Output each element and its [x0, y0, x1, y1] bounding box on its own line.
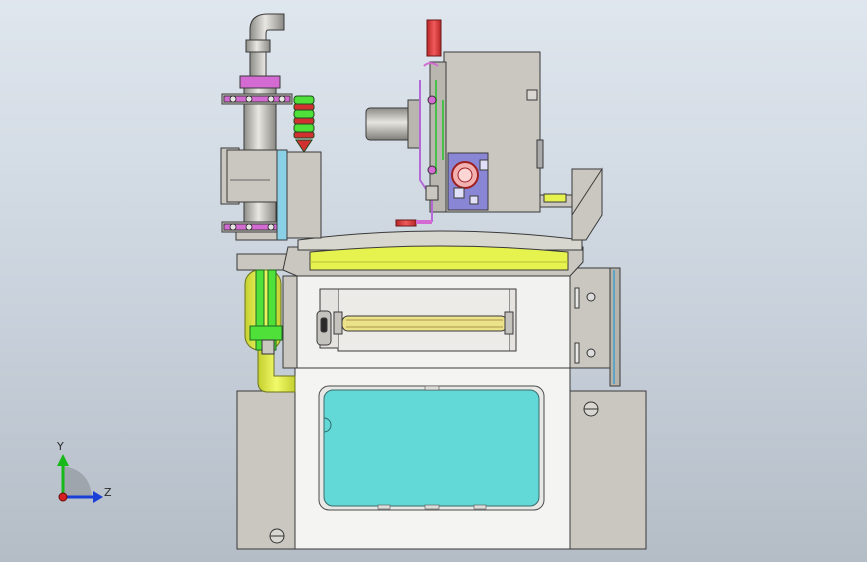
cad-viewport[interactable]: Y Z	[0, 0, 867, 562]
flange-top	[239, 75, 281, 89]
housing-left-frame	[282, 275, 298, 369]
axis-z-label: Z	[104, 486, 112, 499]
triad-plane	[63, 466, 92, 497]
lid-flange	[236, 253, 288, 271]
window-clip-top	[424, 385, 440, 391]
cabinet-right-panel	[569, 390, 647, 550]
inner-mechanism	[316, 288, 517, 352]
machine-model	[57, 13, 647, 550]
cabinet-left-panel	[236, 390, 296, 550]
window-clip-bottom-mid	[424, 504, 440, 510]
axis-triad	[57, 454, 103, 503]
gear-unit	[365, 51, 544, 213]
motor-cylinder	[365, 107, 415, 141]
viewing-window	[318, 385, 545, 511]
window-clip-bottom-right	[473, 504, 487, 510]
light-tube	[341, 315, 508, 332]
window-glass	[323, 389, 540, 507]
indicator-stack	[293, 95, 315, 153]
lid-lime-band	[309, 245, 569, 271]
window-clip-bottom-left	[377, 504, 391, 510]
right-vent	[531, 167, 603, 241]
axis-y-label: Y	[57, 440, 64, 453]
axis-origin	[58, 492, 68, 502]
